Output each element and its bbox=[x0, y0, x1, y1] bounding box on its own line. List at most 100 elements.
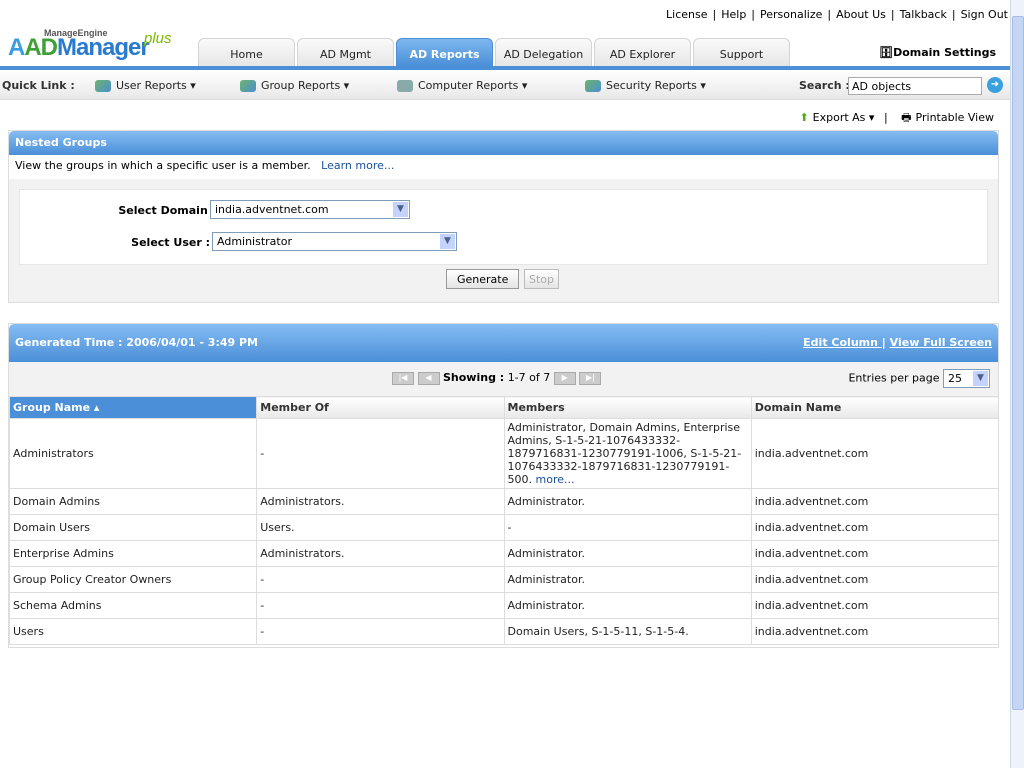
group-name-cell: Administrators bbox=[8, 418, 258, 489]
user-select[interactable]: Administrator ▼ bbox=[212, 232, 457, 251]
printable-view-link[interactable]: Printable View bbox=[916, 111, 994, 124]
column-group-name[interactable]: Group Name ▴ bbox=[8, 396, 258, 419]
export-bar: ⬆ Export As ▾ | 🖶 Printable View bbox=[795, 109, 994, 128]
first-page-icon[interactable]: |◀ bbox=[392, 371, 414, 385]
column-domain-name[interactable]: Domain Name bbox=[750, 396, 1000, 419]
cell-text: Administrators. bbox=[260, 495, 345, 508]
cell-text: Enterprise Admins bbox=[13, 547, 114, 560]
export-as-button[interactable]: Export As ▾ bbox=[813, 111, 875, 124]
computer-reports-menu[interactable]: Computer Reports ▾ bbox=[397, 79, 527, 92]
column-members[interactable]: Members bbox=[503, 396, 752, 419]
domain-name-cell: india.adventnet.com bbox=[750, 514, 1000, 541]
domain-name-cell: india.adventnet.com bbox=[750, 488, 1000, 515]
panel-description: View the groups in which a specific user… bbox=[9, 155, 998, 179]
tab-support[interactable]: Support bbox=[693, 38, 790, 66]
search-go-icon[interactable]: ➜ bbox=[987, 77, 1003, 93]
security-icon bbox=[585, 80, 601, 92]
last-page-icon[interactable]: ▶| bbox=[579, 371, 602, 385]
domain-name-cell: india.adventnet.com bbox=[750, 540, 1000, 567]
member-of-cell: Users. bbox=[256, 514, 505, 541]
scrollbar-thumb[interactable] bbox=[1012, 16, 1024, 710]
user-value: Administrator bbox=[217, 235, 292, 248]
group-name-cell: Schema Admins bbox=[8, 592, 258, 619]
member-of-cell: Administrators. bbox=[256, 488, 505, 515]
stop-button[interactable]: Stop bbox=[524, 269, 560, 289]
results-table: Group Name ▴ Member Of Members Domain Na… bbox=[8, 396, 1000, 645]
cell-text: Users bbox=[13, 625, 44, 638]
more-link[interactable]: more... bbox=[536, 473, 575, 486]
cell-text: - bbox=[260, 599, 265, 612]
talkback-link[interactable]: Talkback bbox=[900, 8, 947, 21]
license-link[interactable]: License bbox=[666, 8, 707, 21]
menu-label: Computer Reports ▾ bbox=[418, 79, 528, 92]
tab-ad-reports[interactable]: AD Reports bbox=[396, 38, 493, 66]
about-link[interactable]: About Us bbox=[836, 8, 886, 21]
cell-text: india.adventnet.com bbox=[754, 447, 869, 460]
showing-value: 1-7 of 7 bbox=[507, 371, 551, 384]
separator: | bbox=[881, 336, 886, 349]
member-of-cell: - bbox=[256, 566, 505, 593]
edit-column-link[interactable]: Edit Column bbox=[803, 336, 882, 349]
view-full-screen-link[interactable]: View Full Screen bbox=[890, 336, 992, 349]
member-of-cell: - bbox=[256, 592, 505, 619]
cell-text: Administrator. bbox=[507, 599, 585, 612]
domain-name-cell: india.adventnet.com bbox=[750, 618, 1000, 645]
group-name-cell: Group Policy Creator Owners bbox=[8, 566, 258, 593]
cell-text: Schema Admins bbox=[13, 599, 102, 612]
member-of-cell: - bbox=[256, 418, 505, 489]
servers-icon: 🗄 bbox=[879, 46, 894, 59]
table-row: Group Policy Creator Owners - Administrato… bbox=[8, 566, 1000, 593]
vertical-scrollbar[interactable] bbox=[1010, 0, 1024, 768]
table-row: Enterprise Admins Administrators. Administ… bbox=[8, 540, 1000, 567]
users-icon bbox=[95, 80, 111, 92]
nested-groups-panel: Nested Groups View the groups in which a… bbox=[8, 130, 999, 303]
menu-label: Group Reports ▾ bbox=[261, 79, 350, 92]
column-member-of[interactable]: Member Of bbox=[256, 396, 505, 419]
group-reports-menu[interactable]: Group Reports ▾ bbox=[240, 79, 349, 92]
generated-time: Generated Time : 2006/04/01 - 3:49 PM bbox=[15, 336, 258, 349]
domain-select[interactable]: india.adventnet.com ▼ bbox=[210, 200, 410, 219]
personalize-link[interactable]: Personalize bbox=[760, 8, 822, 21]
select-user-label: Select User : bbox=[131, 236, 210, 249]
logo: ManageEngine AADManager plus bbox=[8, 28, 172, 61]
members-cell: Administrator. bbox=[503, 566, 752, 593]
cell-text: india.adventnet.com bbox=[754, 599, 869, 612]
security-reports-menu[interactable]: Security Reports ▾ bbox=[585, 79, 706, 92]
group-name-cell: Domain Admins bbox=[8, 488, 258, 515]
search-label: Search : bbox=[799, 79, 850, 92]
prev-page-icon[interactable]: ◀ bbox=[417, 371, 440, 385]
cell-text: india.adventnet.com bbox=[754, 573, 869, 586]
cell-text: india.adventnet.com bbox=[754, 495, 869, 508]
generate-button[interactable]: Generate bbox=[446, 269, 520, 289]
members-cell: Administrator. bbox=[503, 540, 752, 567]
sign-out-link[interactable]: Sign Out bbox=[961, 8, 1008, 21]
tab-ad-mgmt[interactable]: AD Mgmt bbox=[297, 38, 394, 66]
select-domain-label: Select Domain : bbox=[118, 204, 216, 217]
cell-text: - bbox=[260, 447, 265, 460]
tab-home[interactable]: Home bbox=[198, 38, 295, 66]
next-page-icon[interactable]: ▶ bbox=[553, 371, 576, 385]
cell-text: Administrator. bbox=[507, 495, 585, 508]
domain-name-cell: india.adventnet.com bbox=[750, 418, 1000, 489]
cell-text: india.adventnet.com bbox=[754, 547, 869, 560]
panel-title: Nested Groups bbox=[9, 131, 998, 155]
cell-text: - bbox=[260, 573, 265, 586]
tab-ad-delegation[interactable]: AD Delegation bbox=[495, 38, 592, 66]
tab-ad-explorer[interactable]: AD Explorer bbox=[594, 38, 691, 66]
cell-text: - bbox=[507, 521, 512, 534]
logo-ad: AD bbox=[24, 34, 58, 61]
group-icon bbox=[240, 80, 256, 92]
domain-settings-link[interactable]: 🗄Domain Settings bbox=[879, 46, 996, 59]
help-link[interactable]: Help bbox=[721, 8, 746, 21]
cell-text: Domain Users, S-1-5-11, S-1-5-4. bbox=[507, 625, 689, 638]
showing-label: Showing : bbox=[443, 371, 505, 384]
table-row: Domain Users Users. - india.adventnet.com bbox=[8, 514, 1000, 541]
search-input[interactable] bbox=[848, 77, 982, 95]
chevron-down-icon: ▼ bbox=[973, 371, 988, 386]
main-tabs: Home AD Mgmt AD Reports AD Delegation AD… bbox=[198, 38, 792, 66]
user-reports-menu[interactable]: User Reports ▾ bbox=[95, 79, 196, 92]
cell-text: india.adventnet.com bbox=[754, 625, 869, 638]
members-cell: Administrator. bbox=[503, 488, 752, 515]
entries-select[interactable]: 25 ▼ bbox=[943, 369, 990, 388]
learn-more-link[interactable]: Learn more... bbox=[321, 159, 394, 172]
